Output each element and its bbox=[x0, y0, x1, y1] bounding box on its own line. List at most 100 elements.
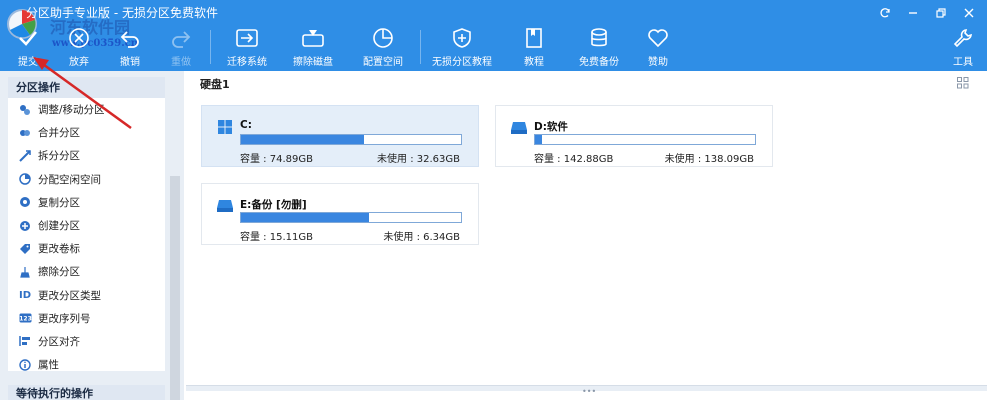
sidebar-item-change-type[interactable]: ID 更改分区类型 bbox=[8, 284, 165, 307]
wrench-icon bbox=[950, 26, 976, 50]
lossless-tutorial-label: 无损分区教程 bbox=[432, 57, 492, 68]
windows-icon bbox=[218, 120, 232, 134]
pie-icon bbox=[18, 172, 32, 186]
disk-view: 硬盘1 C: 容量 : 74.89GB 未使用 : 32.63GB D:软件 容… bbox=[186, 71, 987, 400]
usage-bar bbox=[240, 134, 462, 145]
check-icon bbox=[15, 26, 41, 50]
sidebar-item-label: 更改序列号 bbox=[38, 312, 91, 325]
partition-operations-list: 分区操作 调整/移动分区 合并分区 拆分分区 分配空闲空间 复制分区 创建分区 … bbox=[8, 77, 165, 371]
wipe-icon bbox=[18, 265, 32, 279]
wipe-disk-button[interactable]: 擦除磁盘 bbox=[288, 26, 338, 68]
id-icon: ID bbox=[18, 289, 32, 301]
undo-icon bbox=[117, 26, 143, 50]
usage-bar-fill bbox=[241, 135, 365, 144]
submit-label: 提交 bbox=[18, 57, 38, 68]
partition-capacity: 容量 : 74.89GB bbox=[240, 154, 313, 165]
usage-bar-fill bbox=[241, 213, 369, 222]
tools-label: 工具 bbox=[953, 57, 973, 68]
toolbar-divider bbox=[210, 30, 211, 64]
tools-button[interactable]: 工具 bbox=[946, 26, 980, 68]
close-icon[interactable] bbox=[957, 4, 981, 22]
submit-button[interactable]: 提交 bbox=[8, 26, 48, 68]
disk-title: 硬盘1 bbox=[200, 78, 230, 91]
backup-icon bbox=[586, 26, 612, 50]
sidebar-item-resize[interactable]: 调整/移动分区 bbox=[8, 98, 165, 121]
allocate-space-icon bbox=[370, 26, 396, 50]
partition-capacity: 容量 : 15.11GB bbox=[240, 232, 313, 243]
sidebar-item-label: 擦除分区 bbox=[38, 266, 80, 279]
sidebar-item-copy[interactable]: 复制分区 bbox=[8, 191, 165, 214]
allocate-space-label: 配置空间 bbox=[363, 57, 403, 68]
partition-capacity: 容量 : 142.88GB bbox=[534, 154, 614, 165]
refresh-icon[interactable] bbox=[873, 4, 897, 22]
partition-free: 未使用 : 138.09GB bbox=[664, 154, 754, 165]
sidebar-item-allocate[interactable]: 分配空闲空间 bbox=[8, 168, 165, 191]
window-controls bbox=[873, 4, 981, 22]
pane-splitter[interactable]: ••• bbox=[186, 385, 987, 396]
sidebar-item-label: 分区对齐 bbox=[38, 335, 80, 348]
sidebar-item-change-label[interactable]: 更改卷标 bbox=[8, 237, 165, 260]
sidebar-item-create[interactable]: 创建分区 bbox=[8, 214, 165, 237]
partition-card-e[interactable]: E:备份 [勿删] 容量 : 15.11GB 未使用 : 6.34GB bbox=[201, 183, 479, 245]
svg-text:123: 123 bbox=[19, 316, 32, 323]
usage-bar bbox=[240, 212, 462, 223]
minimize-icon[interactable] bbox=[901, 4, 925, 22]
sidebar-item-label: 创建分区 bbox=[38, 220, 80, 233]
sidebar-item-merge[interactable]: 合并分区 bbox=[8, 121, 165, 144]
operations-panel: 分区操作 调整/移动分区 合并分区 拆分分区 分配空闲空间 复制分区 创建分区 … bbox=[0, 71, 184, 400]
create-icon bbox=[18, 219, 32, 233]
discard-button[interactable]: 放弃 bbox=[58, 26, 100, 68]
partition-free: 未使用 : 6.34GB bbox=[383, 232, 460, 243]
serial-icon: 123 bbox=[18, 311, 32, 325]
tutorial-label: 教程 bbox=[524, 57, 544, 68]
redo-button[interactable]: 重做 bbox=[160, 26, 202, 68]
undo-button[interactable]: 撤销 bbox=[109, 26, 151, 68]
usage-bar-fill bbox=[535, 135, 542, 144]
sidebar-scrollbar[interactable] bbox=[170, 176, 180, 400]
sidebar-item-properties[interactable]: 属性 bbox=[8, 353, 165, 376]
book-icon bbox=[521, 26, 547, 50]
partition-name: C: bbox=[240, 119, 252, 131]
usage-bar bbox=[534, 134, 756, 145]
toolbar-divider bbox=[420, 30, 421, 64]
migrate-system-label: 迁移系统 bbox=[227, 57, 267, 68]
sidebar-item-label: 属性 bbox=[38, 359, 59, 372]
shield-plus-icon bbox=[449, 26, 475, 50]
align-icon bbox=[18, 334, 32, 348]
sidebar-item-wipe[interactable]: 擦除分区 bbox=[8, 260, 165, 283]
splitter-grip-icon: ••• bbox=[582, 387, 597, 396]
free-backup-button[interactable]: 免费备份 bbox=[574, 26, 624, 68]
partition-name: E:备份 [勿删] bbox=[240, 199, 307, 211]
discard-label: 放弃 bbox=[69, 57, 89, 68]
partition-card-c[interactable]: C: 容量 : 74.89GB 未使用 : 32.63GB bbox=[201, 105, 479, 167]
wipe-disk-label: 擦除磁盘 bbox=[293, 57, 333, 68]
merge-icon bbox=[18, 126, 32, 140]
view-toggle-icon[interactable] bbox=[957, 77, 969, 89]
heart-icon bbox=[645, 26, 671, 50]
sidebar-item-label: 调整/移动分区 bbox=[38, 104, 105, 117]
resize-icon bbox=[18, 103, 32, 117]
drive-icon bbox=[511, 122, 527, 134]
sponsor-label: 赞助 bbox=[648, 57, 668, 68]
sidebar-item-label: 合并分区 bbox=[38, 127, 80, 140]
free-backup-label: 免费备份 bbox=[579, 57, 619, 68]
tutorial-button[interactable]: 教程 bbox=[512, 26, 556, 68]
redo-icon bbox=[168, 26, 194, 50]
sidebar-item-change-serial[interactable]: 123 更改序列号 bbox=[8, 307, 165, 330]
partition-free: 未使用 : 32.63GB bbox=[377, 154, 460, 165]
sidebar-item-label: 更改分区类型 bbox=[38, 289, 101, 302]
restore-icon[interactable] bbox=[929, 4, 953, 22]
sidebar-item-align[interactable]: 分区对齐 bbox=[8, 330, 165, 353]
partition-card-d[interactable]: D:软件 容量 : 142.88GB 未使用 : 138.09GB bbox=[495, 105, 773, 167]
redo-label: 重做 bbox=[171, 57, 191, 68]
info-icon bbox=[18, 358, 32, 372]
sponsor-button[interactable]: 赞助 bbox=[638, 26, 678, 68]
lossless-tutorial-button[interactable]: 无损分区教程 bbox=[428, 26, 496, 68]
split-icon bbox=[18, 149, 32, 163]
migrate-system-button[interactable]: 迁移系统 bbox=[222, 26, 272, 68]
tag-icon bbox=[18, 242, 32, 256]
discard-icon bbox=[66, 26, 92, 50]
sidebar-item-label: 复制分区 bbox=[38, 196, 80, 209]
sidebar-item-split[interactable]: 拆分分区 bbox=[8, 144, 165, 167]
allocate-space-button[interactable]: 配置空间 bbox=[358, 26, 408, 68]
